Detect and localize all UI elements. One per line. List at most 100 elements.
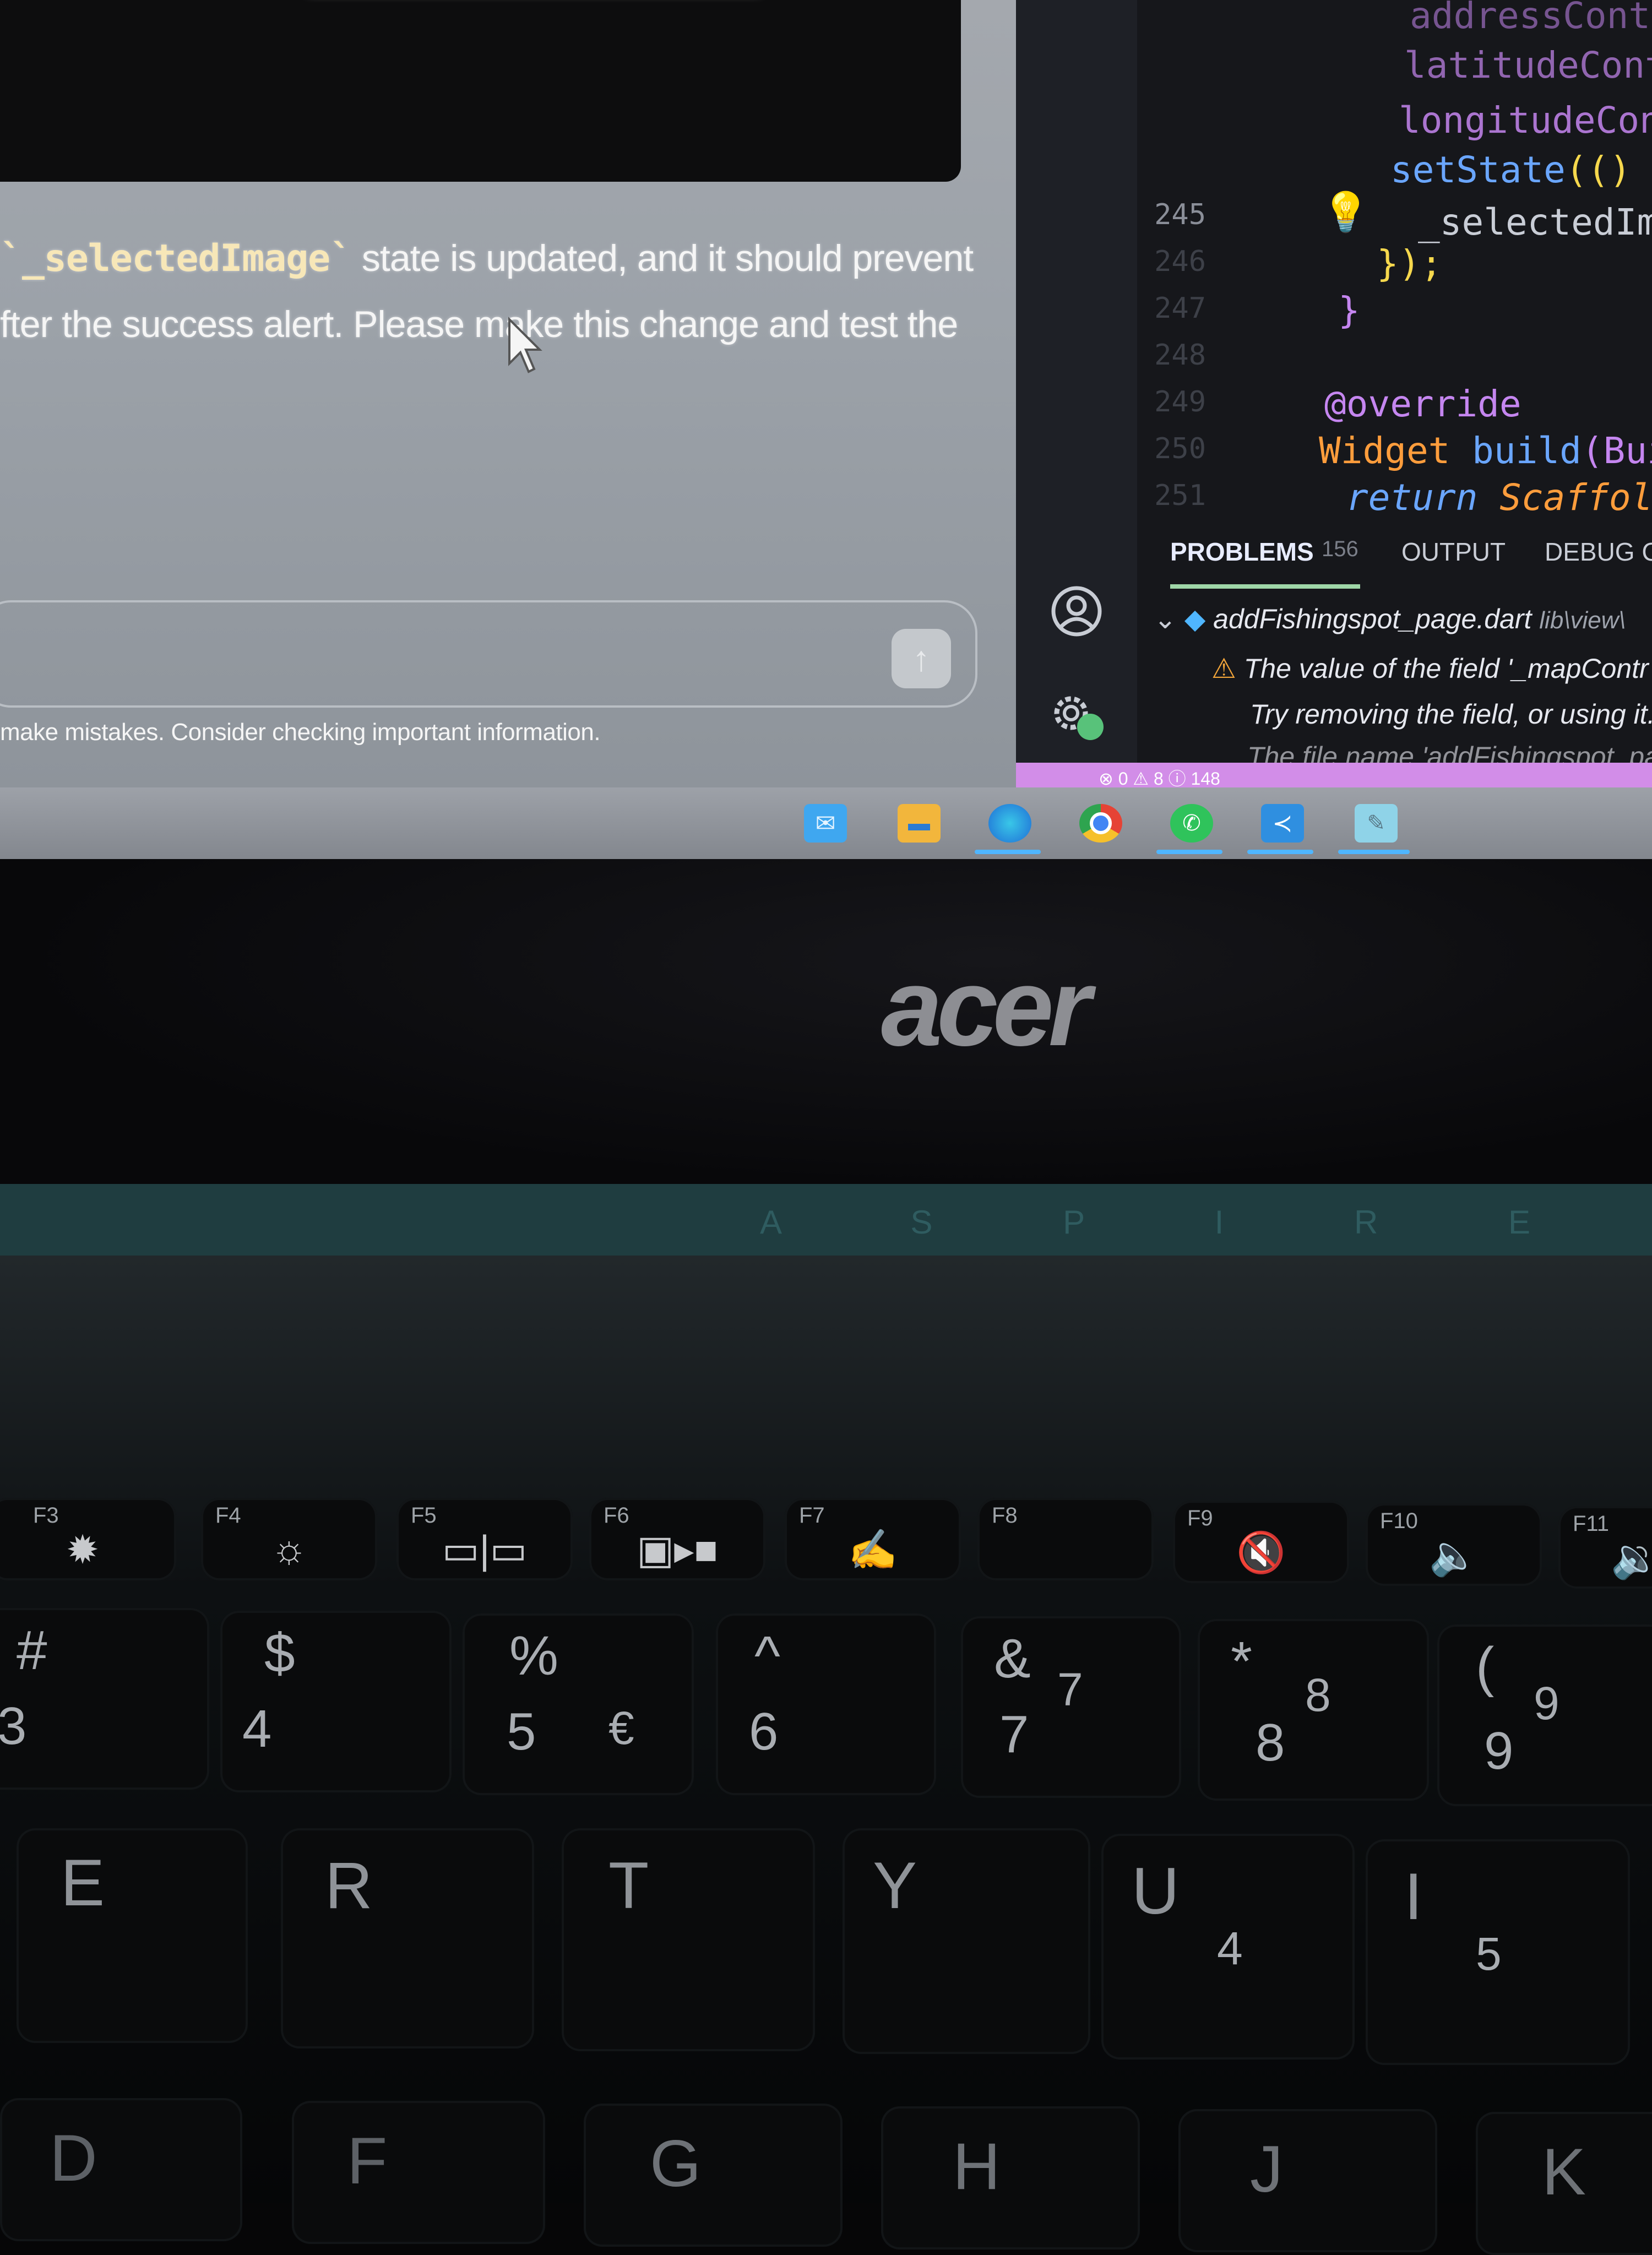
key-label: F7 bbox=[799, 1503, 825, 1528]
key-char: H bbox=[953, 2129, 1001, 2203]
running-indicator bbox=[1156, 850, 1222, 854]
key-u[interactable]: U 4 bbox=[1101, 1834, 1355, 2060]
chevron-down-icon: ⌄ bbox=[1154, 604, 1177, 634]
key-char: D bbox=[50, 2121, 97, 2195]
volume-down-icon: 🔈 bbox=[1429, 1534, 1479, 1578]
key-f9[interactable]: F9 🔇 bbox=[1173, 1501, 1349, 1583]
key-f4[interactable]: F4 ☼ bbox=[201, 1498, 377, 1580]
code-token: setState bbox=[1390, 149, 1566, 191]
key-t[interactable]: T bbox=[562, 1828, 815, 2051]
key-char: 5 bbox=[507, 1702, 536, 1761]
vscode-icon[interactable]: ≺ bbox=[1261, 804, 1304, 843]
key-f10[interactable]: F10 🔈 bbox=[1366, 1503, 1542, 1586]
file-explorer-icon[interactable]: ▬ bbox=[898, 804, 941, 843]
key-char: 3 bbox=[0, 1697, 27, 1756]
send-button[interactable]: ↑ bbox=[892, 629, 951, 688]
lightbulb-icon[interactable]: 💡 bbox=[1322, 190, 1370, 235]
key-e[interactable]: E bbox=[17, 1828, 248, 2043]
key-7[interactable]: & 7 7 bbox=[961, 1616, 1181, 1798]
status-problem-counts[interactable]: ⊗ 0 ⚠ 8 ⓘ 148 bbox=[1099, 765, 1220, 787]
key-f7[interactable]: F7 ✍ bbox=[785, 1498, 961, 1580]
chrome-icon[interactable] bbox=[1079, 804, 1122, 843]
problem-file-row[interactable]: ⌄ ◆ addFishingspot_page.dart lib\view\ bbox=[1154, 603, 1626, 635]
line-number: 249 bbox=[1154, 385, 1206, 419]
code-block bbox=[0, 0, 961, 182]
key-numpad-char: 4 bbox=[1217, 1922, 1243, 1974]
line-number: 251 bbox=[1154, 479, 1206, 512]
key-3[interactable]: # 3 bbox=[0, 1608, 209, 1790]
key-shift-char: % bbox=[509, 1625, 558, 1687]
active-tab-indicator bbox=[1170, 584, 1360, 589]
key-f8[interactable]: F8 bbox=[977, 1498, 1154, 1580]
key-k[interactable]: K bbox=[1476, 2112, 1652, 2255]
key-label: F5 bbox=[411, 1503, 437, 1528]
key-shift-char: # bbox=[17, 1620, 47, 1681]
key-char: 7 bbox=[999, 1705, 1029, 1764]
key-j[interactable]: J bbox=[1178, 2109, 1437, 2252]
key-char: G bbox=[650, 2127, 702, 2200]
edge-icon[interactable] bbox=[988, 804, 1031, 843]
key-label: F4 bbox=[215, 1503, 241, 1528]
key-6[interactable]: ^ 6 bbox=[716, 1613, 936, 1795]
key-shift-char: ^ bbox=[754, 1625, 780, 1687]
key-d[interactable]: D bbox=[0, 2098, 242, 2241]
code-token: Widget bbox=[1319, 430, 1450, 472]
key-label: F11 bbox=[1573, 1512, 1609, 1536]
activity-bar bbox=[1016, 0, 1137, 771]
whatsapp-icon[interactable]: ✆ bbox=[1170, 804, 1213, 843]
key-numpad-char: 7 bbox=[1057, 1664, 1083, 1715]
key-f[interactable]: F bbox=[292, 2101, 545, 2244]
running-indicator bbox=[975, 850, 1041, 854]
account-icon[interactable] bbox=[1049, 584, 1104, 639]
message-input[interactable]: ↑ bbox=[0, 600, 977, 708]
mail-icon[interactable]: ✉ bbox=[804, 804, 847, 843]
chat-message-line: fter the success alert. Please make this… bbox=[0, 303, 958, 345]
key-f11[interactable]: F11 🔉 bbox=[1558, 1506, 1652, 1589]
panel-tab-bar: PROBLEMS 156 OUTPUT DEBUG C bbox=[1170, 537, 1652, 589]
key-alt-char: € bbox=[608, 1702, 634, 1754]
running-indicator bbox=[1247, 850, 1313, 854]
code-line: addressContro bbox=[1410, 0, 1652, 37]
tab-debug-console[interactable]: DEBUG C bbox=[1545, 537, 1652, 567]
chat-message-line: `_selectedImage` state is updated, and i… bbox=[0, 237, 974, 280]
key-numpad-char: 9 bbox=[1534, 1677, 1559, 1729]
key-char: 9 bbox=[1484, 1721, 1514, 1780]
settings-gear-icon[interactable] bbox=[1044, 686, 1110, 746]
key-f3[interactable]: F3 ✹ bbox=[0, 1498, 176, 1580]
key-char: T bbox=[608, 1849, 649, 1922]
key-g[interactable]: G bbox=[584, 2104, 843, 2247]
model-name: A S P I R E bbox=[760, 1204, 1591, 1241]
key-char: F bbox=[347, 2124, 388, 2198]
line-number: 248 bbox=[1154, 339, 1206, 372]
key-char: R bbox=[325, 1849, 373, 1922]
key-9[interactable]: ( 9 9 bbox=[1437, 1624, 1652, 1806]
tab-problems[interactable]: PROBLEMS bbox=[1170, 537, 1314, 567]
key-4[interactable]: $ 4 bbox=[220, 1611, 452, 1792]
key-f5[interactable]: F5 ▭|▭ bbox=[396, 1498, 573, 1580]
problem-file-name: addFishingspot_page.dart bbox=[1213, 604, 1532, 634]
code-line: setState(() { bbox=[1390, 149, 1652, 191]
key-numpad-char: 5 bbox=[1476, 1928, 1502, 1980]
problem-warning-row[interactable]: ⚠ The value of the field '_mapContr bbox=[1211, 653, 1649, 684]
key-r[interactable]: R bbox=[281, 1828, 534, 2048]
key-y[interactable]: Y bbox=[843, 1828, 1090, 2054]
key-char: 8 bbox=[1256, 1713, 1285, 1772]
key-5[interactable]: % 5 € bbox=[463, 1613, 694, 1795]
code-editor: 245 246 247 248 249 250 251 💡 addressCon… bbox=[1016, 0, 1652, 787]
key-char: U bbox=[1132, 1854, 1180, 1928]
key-f6[interactable]: F6 ▣▸■ bbox=[589, 1498, 765, 1580]
line-number: 247 bbox=[1154, 292, 1206, 325]
code-line: latitudeContro bbox=[1404, 44, 1652, 86]
key-h[interactable]: H bbox=[881, 2106, 1140, 2249]
code-line: }); bbox=[1377, 242, 1443, 285]
key-shift-char: $ bbox=[264, 1622, 295, 1684]
taskbar: ✉ ▬ ✆ ≺ ✎ bbox=[0, 787, 1652, 859]
key-8[interactable]: * 8 8 bbox=[1198, 1619, 1429, 1801]
chat-window: `_selectedImage` state is updated, and i… bbox=[0, 0, 1046, 787]
notepad-icon[interactable]: ✎ bbox=[1355, 804, 1398, 843]
tab-output[interactable]: OUTPUT bbox=[1401, 537, 1506, 567]
message-text: state is updated, and it should prevent bbox=[352, 237, 974, 279]
code-line: Widget build(BuildCo bbox=[1319, 430, 1652, 472]
key-i[interactable]: I 5 bbox=[1366, 1839, 1630, 2065]
display-switch-icon: ▭|▭ bbox=[442, 1528, 528, 1572]
